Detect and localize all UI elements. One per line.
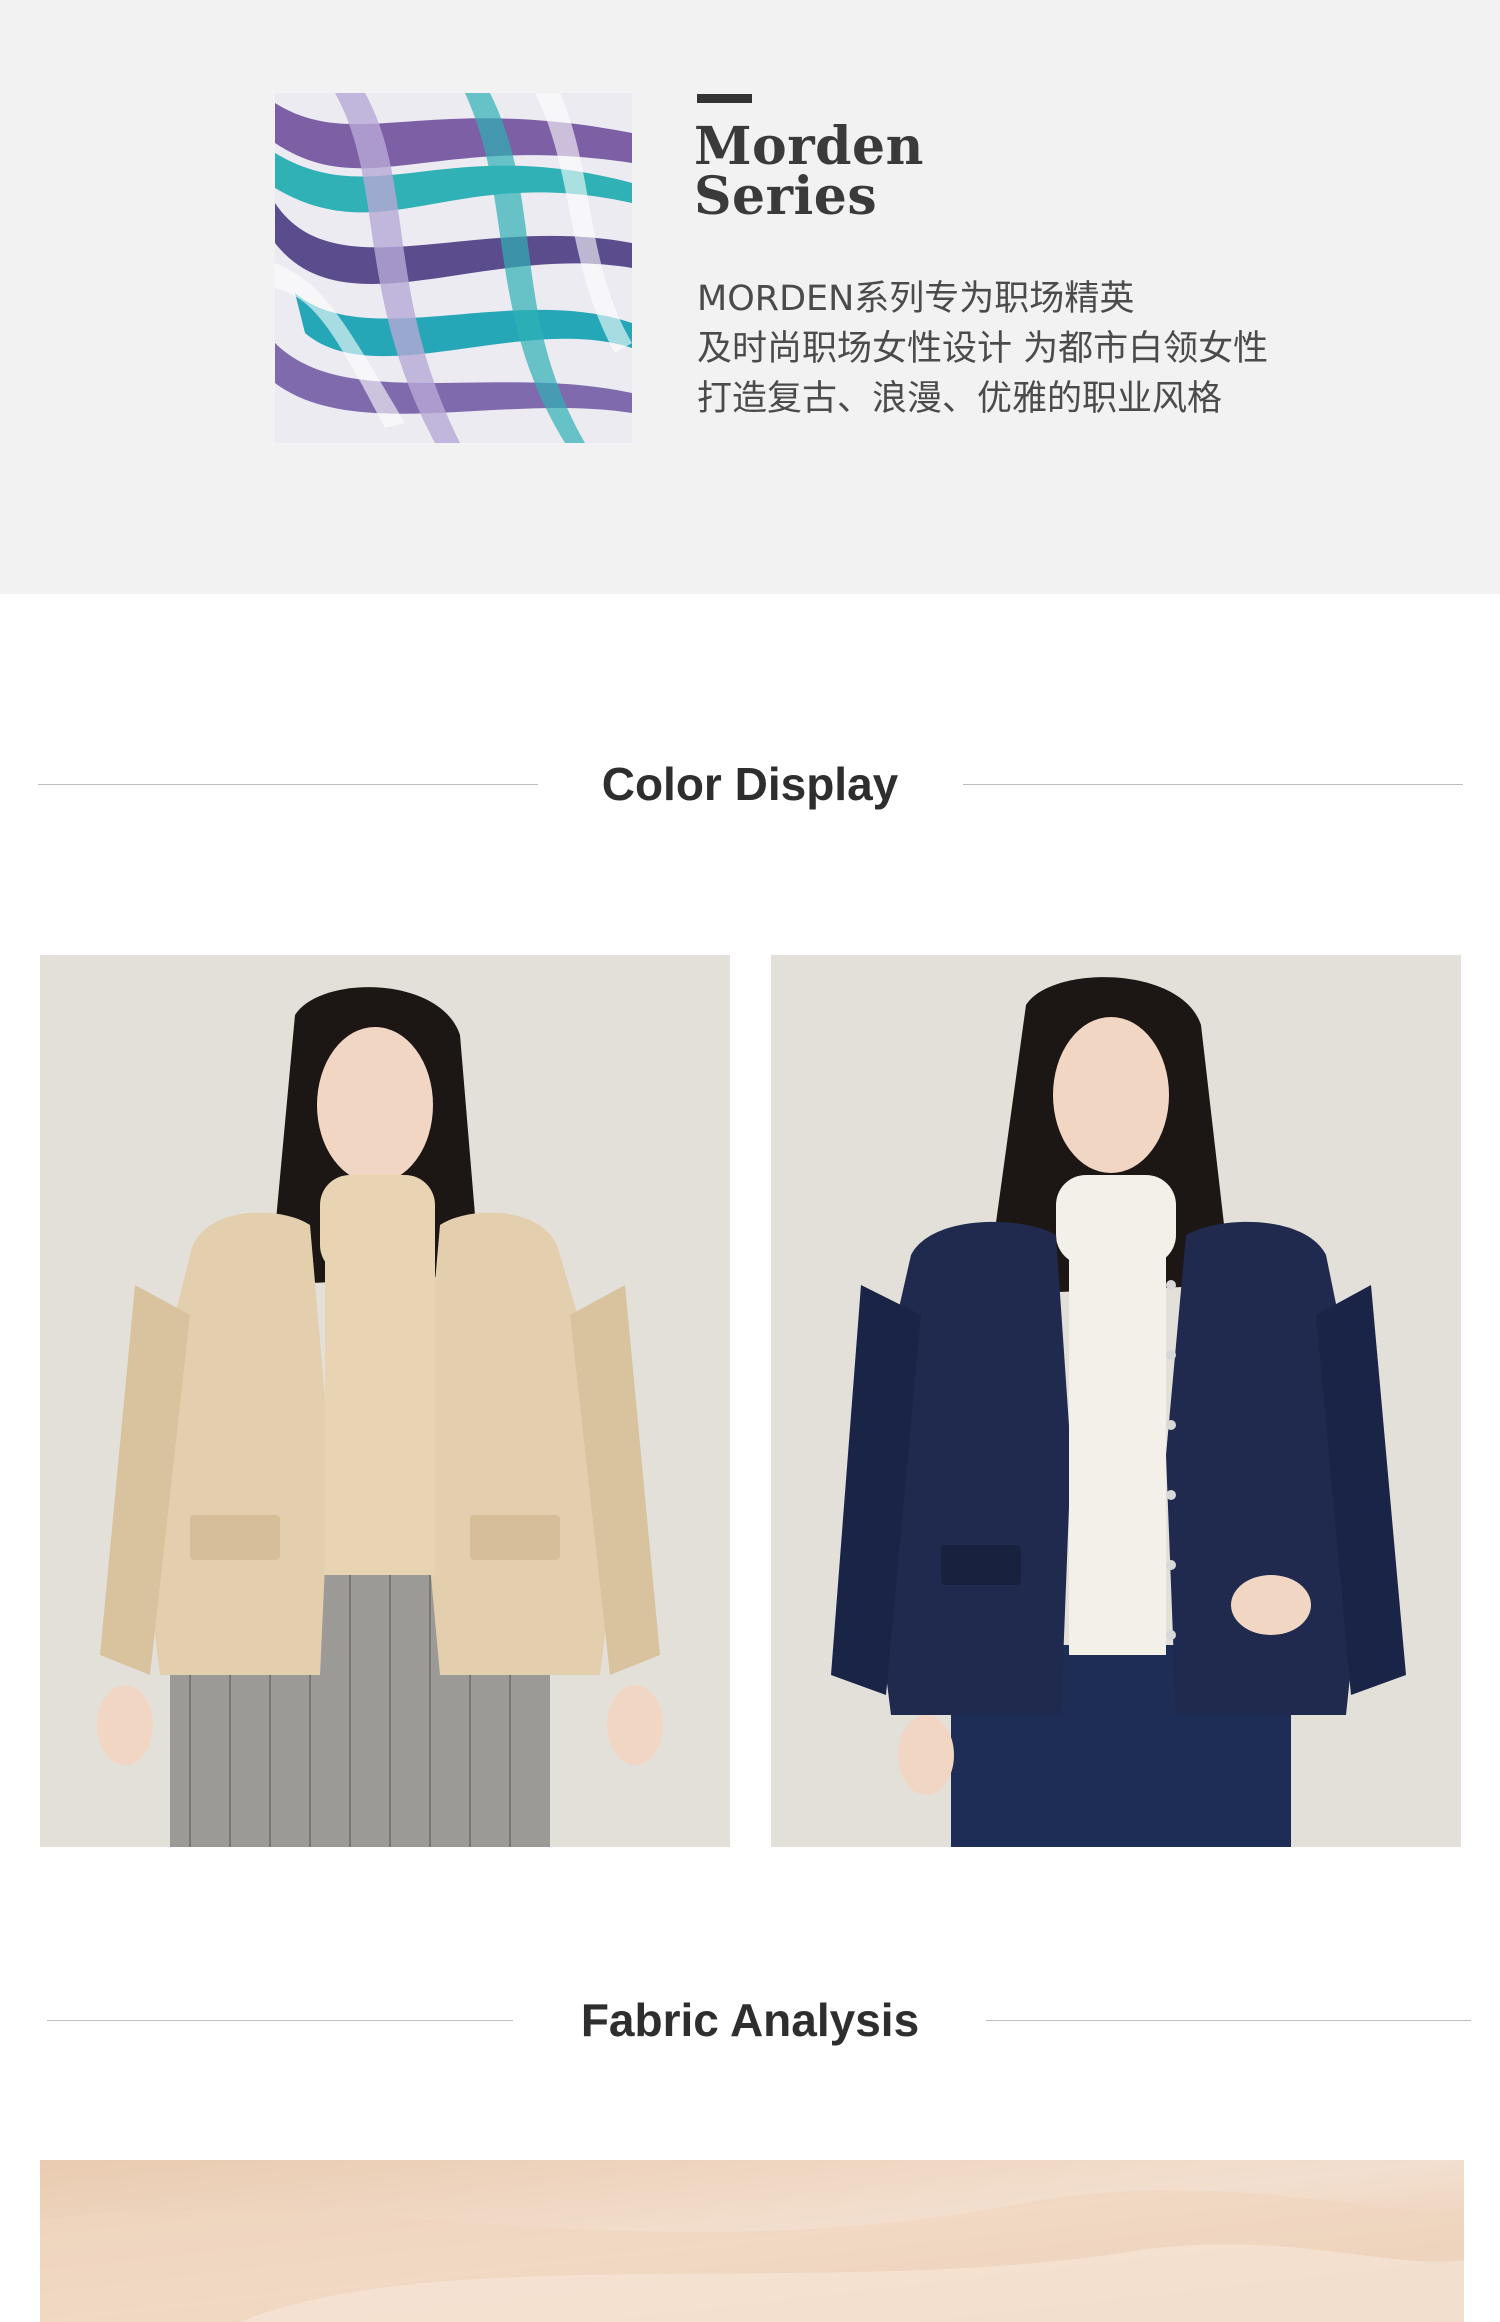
series-description: MORDEN系列专为职场精英 及时尚职场女性设计 为都市白领女性 打造复古、浪漫… bbox=[697, 274, 1457, 424]
title-accent-bar bbox=[697, 94, 752, 103]
fabric-closeup-image bbox=[40, 2160, 1464, 2322]
series-title: Morden Series bbox=[694, 116, 1194, 227]
navy-jacket-photo bbox=[771, 955, 1461, 1847]
beige-jacket-photo bbox=[40, 955, 730, 1847]
color-display-heading: Color Display bbox=[0, 754, 1500, 814]
heading-rule-right bbox=[986, 2020, 1471, 2021]
series-desc-line2: 及时尚职场女性设计 为都市白领女性 bbox=[697, 329, 1269, 369]
series-title-line2: Series bbox=[694, 166, 878, 227]
series-desc-line1: MORDEN系列专为职场精英 bbox=[697, 279, 1135, 319]
series-banner: Morden Series MORDEN系列专为职场精英 及时尚职场女性设计 为… bbox=[0, 0, 1500, 594]
heading-rule-right bbox=[963, 784, 1463, 785]
marble-pattern-image bbox=[275, 93, 632, 443]
fabric-analysis-heading: Fabric Analysis bbox=[0, 1990, 1500, 2050]
series-title-line1: Morden bbox=[694, 116, 924, 177]
series-desc-line3: 打造复古、浪漫、优雅的职业风格 bbox=[697, 379, 1223, 419]
